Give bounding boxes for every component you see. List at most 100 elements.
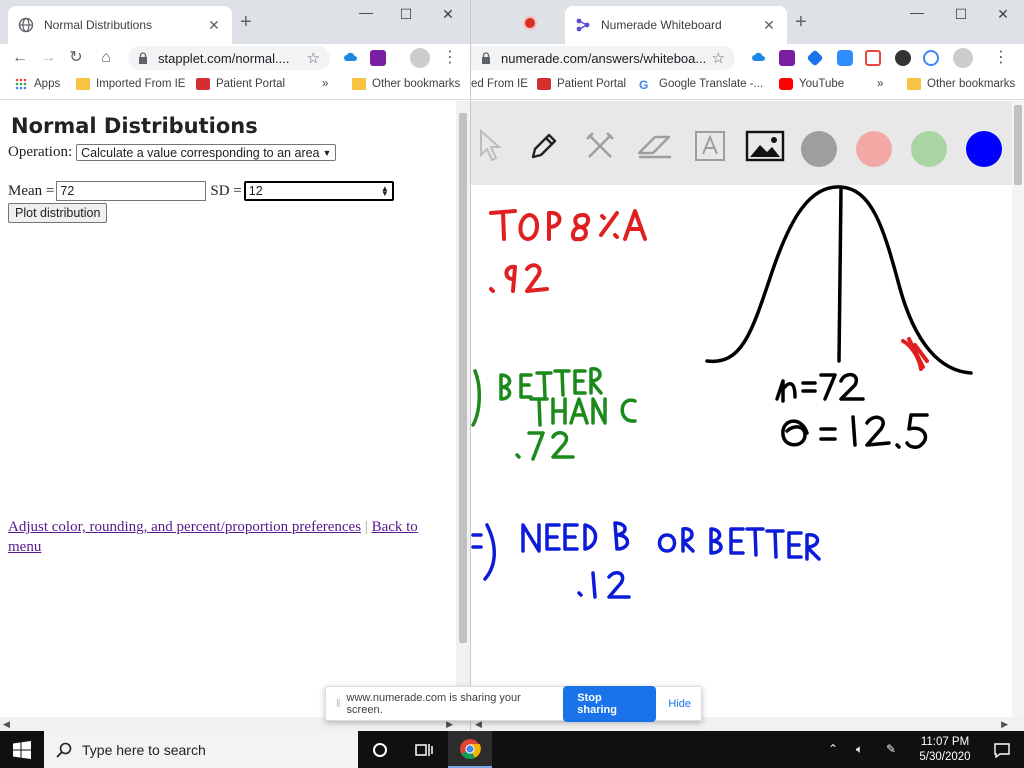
bookmark-imported-from-ie[interactable]: Imported From IE [76,78,185,90]
menu-icon[interactable]: ⋮ [991,48,1011,68]
system-clock[interactable]: 11:07 PM 5/30/2020 [908,735,982,765]
scrollbar-thumb[interactable] [459,113,467,643]
profile-avatar[interactable] [953,48,973,68]
plot-distribution-button[interactable]: Plot distribution [8,203,108,223]
bookmark-other-bookmarks[interactable]: Other bookmarks [352,78,460,90]
tab-normal-distributions[interactable]: Normal Distributions ✕ [8,6,232,44]
sd-label: SD = [210,182,242,199]
bookmark-label: » [322,78,329,90]
text-icon[interactable] [693,129,727,163]
operation-row: Operation: Calculate a value correspondi… [8,144,337,161]
color-swatch-blue[interactable] [966,131,1002,167]
operation-select[interactable]: Calculate a value corresponding to an ar… [76,144,337,161]
color-swatch-green[interactable] [911,131,947,167]
extension-circle-icon[interactable] [895,50,911,66]
apps-grid-icon [15,78,27,90]
start-button[interactable] [0,731,44,768]
reload-icon[interactable]: ↻ [66,48,86,68]
scroll-right-icon[interactable]: ▶ [1001,719,1008,730]
bookmark-apps[interactable]: Apps [14,78,60,90]
minimize-icon[interactable]: — [897,4,937,20]
cortana-icon[interactable] [358,731,402,768]
eraser-icon[interactable] [635,129,675,163]
forward-icon[interactable]: → [38,48,58,68]
extension-red-icon[interactable] [865,50,881,66]
hide-button[interactable]: Hide [668,698,691,710]
preferences-link[interactable]: Adjust color, rounding, and percent/prop… [8,519,361,535]
close-window-icon[interactable]: ✕ [428,6,468,23]
chrome-extension-icon[interactable] [923,50,939,66]
task-view-icon[interactable] [402,731,446,768]
address-bar[interactable]: stapplet.com/normal.... ☆ [128,46,330,70]
patient-portal-icon [196,78,210,90]
color-swatch-gray[interactable] [801,131,837,167]
stapplet-page: Normal Distributions Operation: Calculat… [0,101,456,717]
bookmarks-overflow[interactable]: » [322,78,328,90]
menu-icon[interactable]: ⋮ [440,48,460,68]
volume-icon[interactable]: 🔈︎ [856,742,863,757]
sd-input[interactable]: 12 ▲ ▼ [243,181,394,201]
bookmark-other-bookmarks[interactable]: Other bookmarks [907,78,1015,90]
vertical-scrollbar[interactable] [456,101,470,717]
pen-workspace-icon[interactable]: ✎ [886,742,896,756]
google-icon: G [639,78,649,92]
close-tab-icon[interactable]: ✕ [761,17,777,34]
bookmark-label: Apps [34,78,61,90]
extension-diamond-icon[interactable] [806,49,824,67]
taskbar-search-box[interactable]: Type here to search [44,731,358,768]
tab-strip: Normal Distributions ✕ + — ☐ ✕ [0,0,470,44]
bookmark-star-icon[interactable]: ☆ [712,49,725,67]
close-tab-icon[interactable]: ✕ [206,17,222,34]
image-icon[interactable] [745,129,785,163]
parameters-row: Mean = 72 SD = 12 ▲ ▼ [8,181,398,201]
search-placeholder: Type here to search [82,741,206,758]
bookmark-star-icon[interactable]: ☆ [307,49,320,67]
onedrive-icon[interactable] [751,51,767,67]
sd-value: 12 [248,184,263,198]
scrollbar-thumb[interactable] [1014,105,1022,185]
search-icon [56,742,72,758]
close-window-icon[interactable]: ✕ [983,6,1023,23]
whiteboard-canvas[interactable] [471,185,1013,717]
footer-links: Adjust color, rounding, and percent/prop… [8,517,448,557]
home-icon[interactable]: ⌂ [96,48,116,68]
stop-sharing-button[interactable]: Stop sharing [563,685,657,722]
show-hidden-icons-chevron-icon[interactable]: ⌃ [828,742,838,756]
tab-numerade-whiteboard[interactable]: Numerade Whiteboard ✕ [565,6,787,44]
onedrive-icon[interactable] [343,51,359,67]
number-spinner-icon[interactable]: ▲ ▼ [381,185,389,198]
scroll-left-icon[interactable]: ◀ [3,719,10,730]
bookmark-patient-portal[interactable]: Patient Portal [537,78,626,90]
zoom-icon[interactable] [837,50,853,66]
back-icon[interactable]: ← [10,48,30,68]
operation-label: Operation: [8,144,73,160]
vertical-scrollbar[interactable] [1012,101,1024,717]
tab-title: Numerade Whiteboard [601,18,722,32]
address-bar[interactable]: numerade.com/answers/whiteboa... ☆ [471,46,735,70]
windows-taskbar: Type here to search ⌃ 🔈︎ ✎ 11:07 PM 5/30… [0,731,1024,768]
tools-icon[interactable] [583,129,617,163]
new-tab-button[interactable]: + [795,12,807,32]
color-swatch-pink[interactable] [856,131,892,167]
maximize-icon[interactable]: ☐ [941,6,981,23]
minimize-icon[interactable]: — [346,4,386,20]
chevron-down-icon: ▼ [322,147,332,158]
onenote-icon[interactable] [370,50,386,66]
pen-icon[interactable] [527,129,561,163]
onenote-icon[interactable] [779,50,795,66]
bookmark-label: Patient Portal [557,78,627,90]
bookmark-youtube[interactable]: YouTube [779,78,844,90]
bookmarks-overflow[interactable]: » [877,78,883,90]
bookmark-patient-portal[interactable]: Patient Portal [196,78,285,90]
maximize-icon[interactable]: ☐ [386,6,426,23]
mean-input[interactable]: 72 [56,181,207,201]
profile-avatar[interactable] [410,48,430,68]
bookmark-imported-from-ie[interactable]: ed From IE [471,78,528,90]
bookmark-google-translate[interactable]: G Google Translate -... [639,78,763,92]
drag-handle-icon[interactable]: ‖ [336,698,340,710]
new-tab-button[interactable]: + [240,12,252,32]
pointer-icon[interactable] [477,129,503,163]
chrome-taskbar-icon[interactable] [448,731,492,768]
bookmark-label: YouTube [799,78,845,90]
notifications-icon[interactable] [980,731,1024,768]
